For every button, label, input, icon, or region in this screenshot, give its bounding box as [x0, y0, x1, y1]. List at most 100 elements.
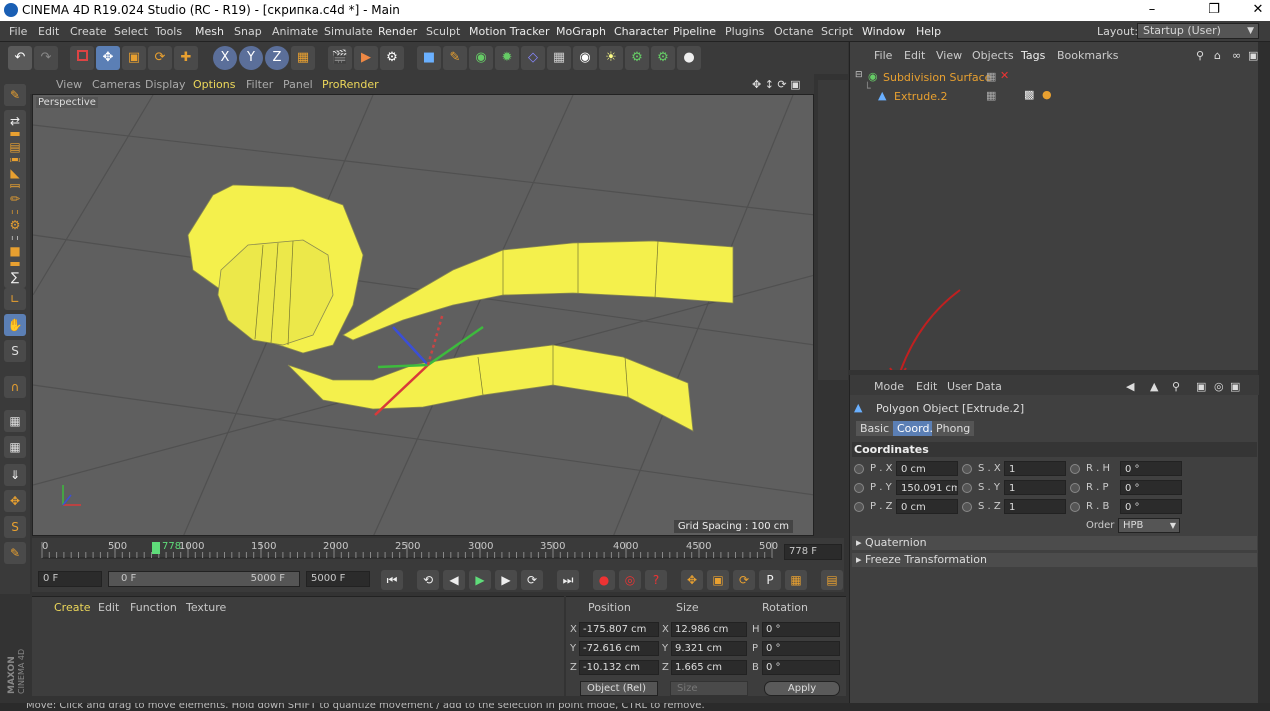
mat-menu-function[interactable]: Function	[130, 601, 177, 614]
layout-dropdown[interactable]: Startup (User) ▼	[1137, 23, 1259, 39]
sy-field[interactable]: 1	[1004, 480, 1066, 495]
attr-menu-mode[interactable]: Mode	[874, 380, 904, 393]
3d-viewport[interactable]: Perspective Grid Spacing : 100 cm	[32, 94, 814, 536]
key-parameter-icon[interactable]: P	[759, 570, 781, 590]
coord-mode-dropdown[interactable]: Object (Rel)	[580, 681, 658, 696]
viewport-scene[interactable]	[33, 95, 814, 536]
section-quaternion[interactable]: ▸ Quaternion	[852, 536, 1257, 550]
menu-edit[interactable]: Edit	[38, 25, 59, 38]
menu-sculpt[interactable]: Sculpt	[426, 25, 460, 38]
sx-field[interactable]: 1	[1004, 461, 1066, 476]
recent-tool-icon[interactable]: ✚	[174, 46, 198, 70]
attr-lock-icon[interactable]: ▣	[1196, 380, 1206, 393]
polygon-pen-icon[interactable]: ■	[4, 240, 26, 262]
menu-mesh[interactable]: Mesh	[195, 25, 224, 38]
settings-gear-icon[interactable]: ⚙	[651, 46, 675, 70]
menu-help[interactable]: Help	[916, 25, 941, 38]
pen-spline-icon[interactable]: ✎	[443, 46, 467, 70]
menu-plugins[interactable]: Plugins	[725, 25, 764, 38]
lock-workplane-icon[interactable]: ⇓	[4, 464, 26, 486]
animate-radio[interactable]	[1070, 502, 1080, 512]
tweak-mode-icon[interactable]: ✋	[4, 314, 26, 336]
previous-frame-icon[interactable]: ◀	[443, 570, 465, 590]
menu-create[interactable]: Create	[70, 25, 107, 38]
side-tabs-strip[interactable]	[1258, 42, 1270, 711]
timeline-window-icon[interactable]: ▤	[821, 570, 843, 590]
viewport-nav-icons[interactable]: ✥ ↕ ⟳ ▣	[752, 78, 801, 91]
live-selection-icon[interactable]	[70, 46, 94, 70]
attr-target-icon[interactable]: ◎	[1214, 380, 1224, 393]
menu-animate[interactable]: Animate	[272, 25, 318, 38]
camera-icon[interactable]: ◉	[573, 46, 597, 70]
back-arrow-icon[interactable]: ◀	[1126, 380, 1134, 393]
size-mode-dropdown[interactable]: Size	[670, 681, 748, 696]
axis-mode-icon[interactable]: ∟	[4, 288, 26, 310]
menu-file[interactable]: File	[9, 25, 27, 38]
key-scale-icon[interactable]: ▣	[707, 570, 729, 590]
order-dropdown[interactable]: HPB ▼	[1118, 518, 1180, 533]
keyframe-selection-icon[interactable]: ?	[645, 570, 667, 590]
menu-simulate[interactable]: Simulate	[324, 25, 373, 38]
menu-pipeline[interactable]: Pipeline	[673, 25, 716, 38]
brush-icon[interactable]: ✏	[4, 188, 26, 210]
size-x-field[interactable]: 12.986 cm	[671, 622, 747, 637]
knife-icon[interactable]: ✎	[4, 84, 26, 106]
menu-select[interactable]: Select	[114, 25, 148, 38]
tab-coord[interactable]: Coord.	[893, 421, 937, 436]
viewport-menu-filter[interactable]: Filter	[246, 78, 273, 91]
render-picture-viewer-icon[interactable]: ▶	[354, 46, 378, 70]
key-pla-icon[interactable]: ▦	[785, 570, 807, 590]
bevel-icon[interactable]: ◣	[4, 162, 26, 184]
close-icon[interactable]: ✕	[1236, 2, 1270, 20]
rotation-p-field[interactable]: 0 °	[762, 641, 840, 656]
menu-tools[interactable]: Tools	[155, 25, 182, 38]
smooth-icon[interactable]: ⚙	[4, 214, 26, 236]
light-icon[interactable]: ☀	[599, 46, 623, 70]
animate-radio[interactable]	[854, 464, 864, 474]
animate-radio[interactable]	[962, 502, 972, 512]
position-y-field[interactable]: -72.616 cm	[579, 641, 659, 656]
scale-tool-icon[interactable]: ▣	[122, 46, 146, 70]
size-z-field[interactable]: 1.665 cm	[671, 660, 747, 675]
current-frame-field[interactable]: 778 F	[784, 544, 842, 560]
menu-motion-tracker[interactable]: Motion Tracker	[469, 25, 549, 38]
py-field[interactable]: 150.091 cm	[896, 480, 958, 495]
attr-search-icon[interactable]: ⚲	[1172, 380, 1180, 393]
range-slider[interactable]: 0 F 5000 F	[108, 571, 300, 587]
up-arrow-icon[interactable]: ▲	[1150, 380, 1158, 393]
animate-radio[interactable]	[854, 483, 864, 493]
sz-field[interactable]: 1	[1004, 499, 1066, 514]
mat-menu-create[interactable]: Create	[54, 601, 91, 614]
x-axis-lock-icon[interactable]: X	[213, 46, 237, 70]
minimize-icon[interactable]: –	[1130, 2, 1174, 20]
render-view-icon[interactable]: 🎬	[328, 46, 352, 70]
section-freeze-transformation[interactable]: ▸ Freeze Transformation	[852, 553, 1257, 567]
next-key-icon[interactable]: ⟳	[521, 570, 543, 590]
animate-radio[interactable]	[854, 502, 864, 512]
menu-character[interactable]: Character	[614, 25, 668, 38]
viewport-menu-options[interactable]: Options	[193, 78, 235, 91]
viewport-menu-prorender[interactable]: ProRender	[322, 78, 379, 91]
px-field[interactable]: 0 cm	[896, 461, 958, 476]
deformer-icon[interactable]: ◇	[521, 46, 545, 70]
measure-icon[interactable]: ∑	[4, 266, 26, 288]
attr-menu-user-data[interactable]: User Data	[947, 380, 1002, 393]
rotate-tool-icon[interactable]: ⟳	[148, 46, 172, 70]
render-settings-icon[interactable]: ⚙	[380, 46, 404, 70]
previous-key-icon[interactable]: ⟲	[417, 570, 439, 590]
paint-icon[interactable]: ✎	[4, 542, 26, 564]
go-to-end-icon[interactable]: ⏭	[557, 570, 579, 590]
magnet-icon[interactable]: ∩	[4, 376, 26, 398]
move-tool-icon[interactable]: ✥	[96, 46, 120, 70]
position-z-field[interactable]: -10.132 cm	[579, 660, 659, 675]
apply-button[interactable]: Apply	[764, 681, 840, 696]
playhead[interactable]	[152, 542, 160, 554]
grid-icon[interactable]: ▦	[4, 436, 26, 458]
rb-field[interactable]: 0 °	[1120, 499, 1182, 514]
xpresso-icon[interactable]: ⚙	[625, 46, 649, 70]
key-position-icon[interactable]: ✥	[681, 570, 703, 590]
mat-menu-edit[interactable]: Edit	[98, 601, 119, 614]
animate-radio[interactable]	[1070, 483, 1080, 493]
undo-icon[interactable]: ↶	[8, 46, 32, 70]
snapping-icon[interactable]: S	[4, 340, 26, 362]
